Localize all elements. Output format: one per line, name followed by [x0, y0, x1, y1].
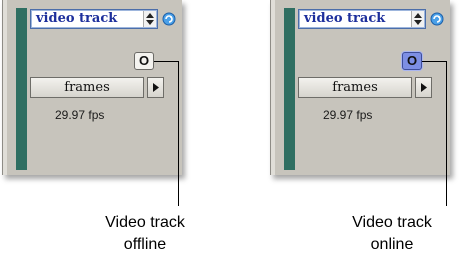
caption-line-2: offline	[123, 236, 167, 253]
caption-offline: Video track offline	[80, 212, 210, 256]
globe-icon[interactable]	[430, 11, 444, 26]
timecode-format-button[interactable]: frames	[30, 77, 144, 98]
track-name-text: video track	[36, 11, 118, 26]
track-name-field[interactable]: video track	[30, 9, 158, 29]
frame-rate-label: 29.97 fps	[55, 108, 105, 122]
timecode-format-menu-button[interactable]	[415, 77, 432, 98]
track-name-field[interactable]: video track	[298, 9, 426, 29]
timecode-format-menu-button[interactable]	[147, 77, 164, 98]
right-triangle-icon	[152, 83, 159, 92]
panel-edge	[271, 0, 275, 175]
video-online-button[interactable]: O	[402, 52, 422, 70]
callout-line-offline	[178, 61, 179, 206]
panel-edge	[3, 0, 7, 175]
timecode-format-button[interactable]: frames	[298, 77, 412, 98]
callout-line-offline-h	[154, 61, 178, 62]
globe-icon[interactable]	[162, 11, 176, 26]
frame-rate-label: 29.97 fps	[323, 108, 373, 122]
caption-line-1: Video track	[105, 214, 185, 231]
caption-line-2: online	[370, 236, 414, 253]
track-name-text: video track	[304, 11, 386, 26]
video-online-button[interactable]: O	[134, 52, 154, 70]
track-color-strip	[16, 8, 27, 170]
video-track-panel-offline: video track O frames 29.97 fps	[2, 0, 182, 175]
callout-line-online	[446, 61, 447, 206]
track-color-strip	[284, 8, 295, 170]
up-down-stepper-icon[interactable]	[411, 11, 424, 27]
video-track-panel-online: video track O frames 29.97 fps	[270, 0, 450, 175]
right-triangle-icon	[420, 83, 427, 92]
up-down-stepper-icon[interactable]	[143, 11, 156, 27]
caption-line-1: Video track	[352, 214, 432, 231]
caption-online: Video track online	[327, 212, 457, 256]
callout-line-online-h	[422, 61, 446, 62]
